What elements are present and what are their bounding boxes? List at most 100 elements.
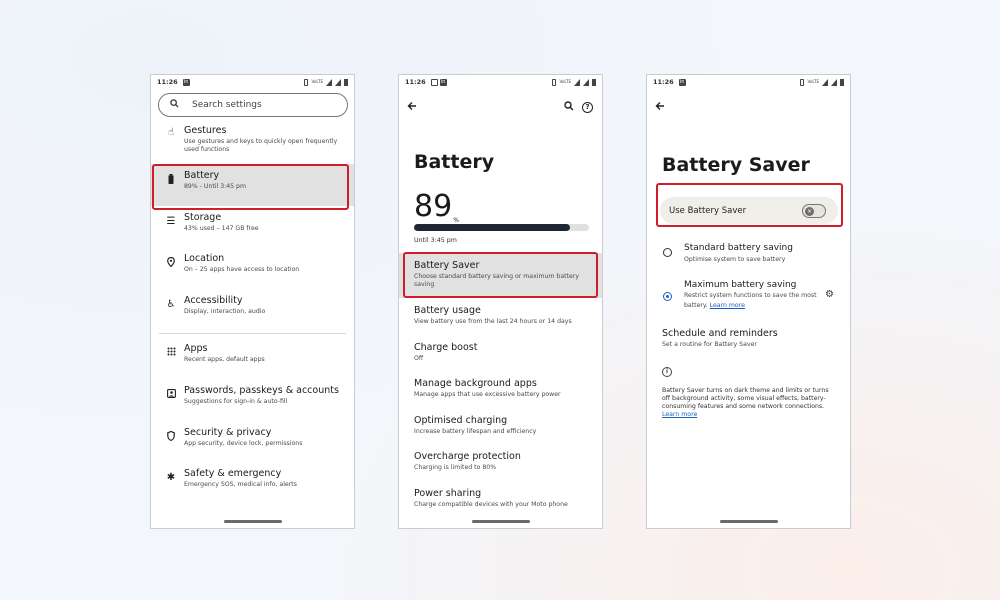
item-title: Overcharge protection [414, 451, 521, 463]
settings-item-security[interactable]: Security & privacy App security, device … [151, 421, 354, 463]
standard-radio[interactable] [663, 248, 672, 257]
battery-item-power-sharing[interactable]: Power sharing Charge compatible devices … [399, 481, 602, 518]
battery-status-icon [592, 78, 596, 86]
settings-item-safety[interactable]: ✱ Safety & emergency Emergency SOS, medi… [151, 462, 354, 504]
highlight-box-battery-saver [403, 252, 598, 298]
item-title: Storage [184, 211, 222, 223]
item-title: Battery usage [414, 305, 481, 316]
battery-status-icon [840, 78, 844, 86]
search-placeholder: Search settings [192, 100, 262, 110]
option-title: Maximum battery saving [684, 280, 797, 290]
gear-icon[interactable]: ⚙ [825, 289, 834, 300]
accounts-icon [165, 389, 177, 401]
item-title: Optimised charging [414, 414, 508, 426]
status-bar: 11:26 in VoLTE [151, 75, 354, 89]
apps-icon [165, 347, 177, 359]
item-subtitle: Recent apps, default apps [184, 356, 265, 364]
status-time: 11:26 [653, 78, 674, 86]
signal-icon [326, 78, 332, 86]
item-title: Accessibility [184, 294, 243, 306]
settings-item-accounts[interactable]: Passwords, passkeys & accounts Suggestio… [151, 379, 354, 421]
home-indicator[interactable] [471, 520, 530, 523]
schedule-subtitle: Set a routine for Battery Saver [662, 341, 757, 348]
back-arrow-icon[interactable] [655, 101, 665, 114]
signal-icon-2 [335, 78, 341, 86]
maximum-battery-saving-option[interactable]: Maximum battery saving Restrict system f… [647, 280, 850, 320]
signal-icon-2 [583, 78, 589, 86]
schedule-and-reminders[interactable]: Schedule and reminders Set a routine for… [662, 328, 778, 348]
shield-icon [165, 430, 177, 444]
status-bar: 11:26 in VoLTE [647, 75, 850, 89]
storage-icon: ☰ [166, 215, 176, 227]
status-time: 11:26 [157, 78, 178, 86]
search-icon[interactable] [564, 101, 574, 114]
cast-icon [430, 78, 438, 86]
battery-until: Until 3:45 pm [414, 237, 457, 244]
settings-item-storage[interactable]: ☰ Storage 43% used – 147 GB free [151, 206, 354, 248]
info-icon: i [662, 367, 672, 377]
item-title: Manage background apps [414, 378, 537, 390]
back-arrow-icon[interactable] [407, 101, 417, 114]
standard-battery-saving-option[interactable]: Standard battery saving Optimise system … [647, 243, 850, 273]
item-subtitle: On – 25 apps have access to location [184, 266, 300, 274]
battery-item-background-apps[interactable]: Manage background apps Manage apps that … [399, 371, 602, 408]
item-title: Safety & emergency [184, 468, 282, 480]
vibrate-icon [552, 78, 557, 86]
battery-item-overcharge[interactable]: Overcharge protection Charging is limite… [399, 444, 602, 481]
volte-label: VoLTE [559, 79, 571, 84]
item-subtitle: Use gestures and keys to quickly open fr… [184, 138, 338, 153]
item-subtitle: 43% used – 147 GB free [184, 224, 259, 232]
home-indicator[interactable] [719, 520, 778, 523]
item-title: Apps [184, 343, 208, 355]
home-indicator[interactable] [223, 520, 282, 523]
settings-item-gestures[interactable]: ☝ Gestures Use gestures and keys to quic… [151, 123, 354, 159]
item-subtitle: Increase battery lifespan and efficiency [414, 427, 537, 435]
item-title: Power sharing [414, 487, 482, 499]
item-subtitle: Display, interaction, audio [184, 307, 266, 315]
highlight-box-use-battery-saver [656, 183, 843, 227]
linkedin-icon: in [182, 78, 190, 86]
highlight-box-battery [152, 164, 349, 210]
item-title: Security & privacy [184, 426, 272, 438]
help-icon[interactable]: ? [582, 102, 593, 113]
item-title: Charge boost [414, 341, 478, 353]
info-text: Battery Saver turns on dark theme and li… [662, 387, 832, 419]
battery-item-charge-boost[interactable]: Charge boost Off [399, 335, 602, 372]
gesture-icon: ☝ [167, 127, 175, 138]
item-title: Location [184, 253, 225, 265]
search-input[interactable]: Search settings [158, 93, 348, 117]
settings-item-accessibility[interactable]: ♿ Accessibility Display, interaction, au… [151, 289, 354, 331]
info-learn-more-link[interactable]: Learn more [662, 411, 697, 418]
option-subtitle-wrap: Restrict system functions to save the mo… [684, 291, 819, 311]
location-icon [165, 257, 177, 270]
linkedin-icon: in [678, 78, 686, 86]
settings-item-apps[interactable]: Apps Recent apps, default apps [151, 337, 354, 379]
info-description: Battery Saver turns on dark theme and li… [662, 387, 829, 410]
settings-screen: 11:26 in VoLTE Search settings ☝ Gesture… [150, 74, 355, 529]
item-subtitle: View battery use from the last 24 hours … [414, 318, 572, 325]
item-subtitle: Suggestions for sign-in & auto-fill [184, 397, 288, 405]
battery-level-fill [414, 224, 570, 231]
percent-unit: % [453, 217, 459, 224]
signal-icon [574, 78, 580, 86]
item-title: Gestures [184, 125, 227, 136]
battery-percent-value: 89 [414, 189, 453, 224]
item-subtitle: Off [414, 354, 424, 362]
battery-saver-screen: 11:26 in VoLTE Battery Saver Use Battery… [646, 74, 851, 529]
option-subtitle: Optimise system to save battery [684, 256, 786, 263]
settings-item-location[interactable]: Location On – 25 apps have access to loc… [151, 247, 354, 289]
battery-item-optimised-charging[interactable]: Optimised charging Increase battery life… [399, 408, 602, 445]
volte-label: VoLTE [807, 79, 819, 84]
page-title: Battery [414, 151, 495, 173]
schedule-title: Schedule and reminders [662, 328, 778, 339]
accessibility-icon: ♿ [166, 298, 176, 310]
item-title: Passwords, passkeys & accounts [184, 384, 339, 396]
battery-item-usage[interactable]: Battery usage View battery use from the … [399, 298, 602, 335]
status-bar: 11:26 in VoLTE [399, 75, 602, 89]
maximum-radio[interactable] [663, 292, 672, 301]
learn-more-link[interactable]: Learn more [710, 302, 745, 309]
item-subtitle: Charge compatible devices with your Moto… [414, 500, 568, 508]
signal-icon [822, 78, 828, 86]
divider [159, 333, 346, 335]
item-subtitle: Charging is limited to 80% [414, 464, 497, 472]
